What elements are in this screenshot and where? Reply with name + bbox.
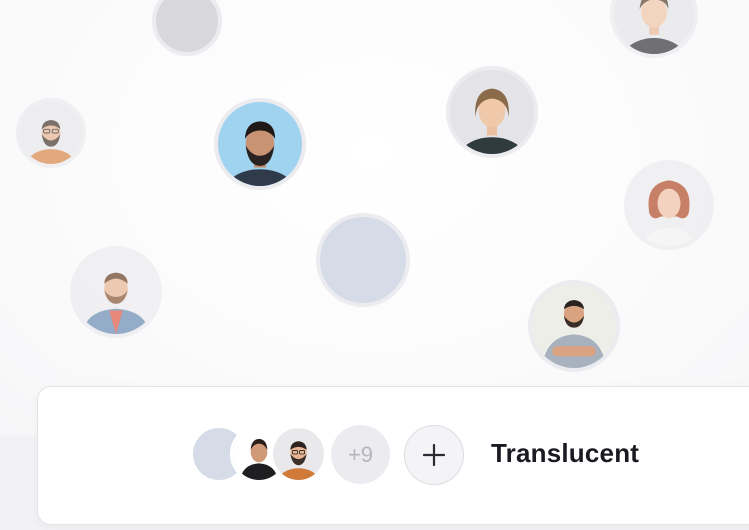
plus-icon (422, 443, 446, 467)
avatar-person-right-bottom (528, 280, 620, 372)
avatar-person-left (16, 98, 86, 168)
avatar-person-right-woman (624, 160, 714, 250)
avatar-stack-person-2[interactable] (270, 425, 327, 483)
avatar-group-panel (37, 386, 749, 525)
add-avatar-button[interactable] (404, 425, 464, 485)
avatar-stack (190, 425, 330, 483)
avatar-person-featured (214, 98, 306, 190)
variant-label: Translucent (491, 438, 640, 468)
avatar-person-left-middle (70, 246, 162, 338)
avatar-cloud-canvas (0, 0, 749, 436)
avatar-person-center-right (446, 66, 538, 158)
avatar-person-top-right (610, 0, 698, 58)
avatar-placeholder-gray (152, 0, 222, 56)
avatar-placeholder-center (316, 213, 410, 307)
overflow-count-badge[interactable]: +9 (331, 425, 390, 484)
